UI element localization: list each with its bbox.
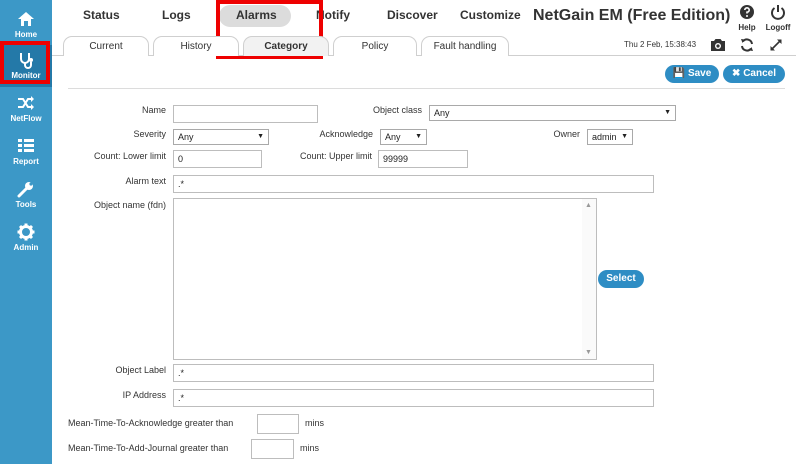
tab-category[interactable]: Category: [243, 36, 329, 56]
owner-label: Owner: [553, 129, 580, 139]
sidebar-item-tools[interactable]: Tools: [0, 174, 52, 216]
sidebar-item-monitor[interactable]: Monitor: [0, 45, 52, 87]
chevron-down-icon: ▼: [664, 109, 671, 116]
sidebar-item-report[interactable]: Report: [0, 131, 52, 173]
logoff-label: Logoff: [765, 23, 791, 32]
sidebar-item-label: Monitor: [11, 71, 41, 80]
shuffle-icon: [0, 92, 52, 114]
list-icon: [0, 135, 52, 157]
cancel-button[interactable]: ✖ Cancel: [723, 65, 785, 83]
sidebar-item-label: NetFlow: [10, 114, 42, 123]
severity-label: Severity: [133, 129, 166, 139]
tab-policy[interactable]: Policy: [333, 36, 417, 56]
name-input[interactable]: [173, 105, 318, 123]
object-label-label: Object Label: [115, 365, 166, 375]
select-button[interactable]: Select: [598, 270, 644, 288]
refresh-button[interactable]: [738, 37, 756, 53]
expand-button[interactable]: [767, 37, 785, 53]
sidebar-item-label: Report: [13, 157, 39, 166]
acknowledge-label: Acknowledge: [319, 129, 373, 139]
object-name-textarea[interactable]: ▲ ▼: [173, 198, 597, 360]
count-lower-input[interactable]: 0: [173, 150, 262, 168]
nav-customize[interactable]: Customize: [460, 8, 521, 22]
object-class-select[interactable]: Any ▼: [429, 105, 676, 121]
nav-discover[interactable]: Discover: [387, 8, 438, 22]
home-icon: [0, 8, 52, 30]
logoff-button[interactable]: Logoff: [763, 4, 793, 34]
save-icon: 💾: [672, 68, 686, 79]
owner-value: admin: [592, 132, 617, 142]
sidebar: Home Monitor NetFlow Report Tools Admin: [0, 0, 52, 464]
sidebar-item-label: Admin: [13, 243, 39, 252]
save-button[interactable]: 💾 Save: [665, 65, 719, 83]
nav-notify[interactable]: Notify: [316, 8, 350, 22]
mtta-input[interactable]: [257, 414, 299, 434]
sidebar-item-label: Home: [14, 30, 38, 39]
alarm-text-input[interactable]: .*: [173, 175, 654, 193]
acknowledge-value: Any: [385, 132, 401, 142]
name-label: Name: [141, 105, 166, 115]
sidebar-item-home[interactable]: Home: [0, 4, 52, 46]
object-class-value: Any: [434, 108, 450, 118]
mttaj-unit: mins: [300, 443, 320, 453]
tab-fault-handling[interactable]: Fault handling: [421, 36, 509, 56]
severity-value: Any: [178, 132, 194, 142]
timestamp: Thu 2 Feb, 15:38:43: [624, 40, 697, 49]
ip-address-input[interactable]: .*: [173, 389, 654, 407]
expand-icon: [770, 39, 782, 51]
alarm-text-label: Alarm text: [125, 176, 166, 186]
help-icon: [740, 5, 754, 19]
chevron-down-icon: ▼: [257, 133, 264, 140]
chevron-down-icon: ▼: [621, 133, 628, 140]
sidebar-item-label: Tools: [15, 200, 37, 209]
tab-history[interactable]: History: [153, 36, 239, 56]
count-upper-label: Count: Upper limit: [299, 151, 372, 161]
close-icon: ✖: [732, 68, 741, 79]
sidebar-item-admin[interactable]: Admin: [0, 217, 52, 259]
cancel-label: Cancel: [743, 68, 776, 79]
save-label: Save: [687, 68, 712, 79]
ip-address-label: IP Address: [122, 390, 166, 400]
scroll-down-icon[interactable]: ▼: [585, 349, 592, 356]
refresh-icon: [741, 38, 753, 52]
chevron-down-icon: ▼: [415, 133, 422, 140]
mttaj-label: Mean-Time-To-Add-Journal greater than: [68, 443, 229, 453]
object-name-label: Object name (fdn): [93, 200, 166, 210]
count-lower-label: Count: Lower limit: [93, 151, 166, 161]
app-title: NetGain EM (Free Edition): [533, 7, 731, 24]
count-upper-input[interactable]: 99999: [378, 150, 468, 168]
help-button[interactable]: Help: [732, 4, 762, 34]
owner-select[interactable]: admin ▼: [587, 129, 633, 145]
sidebar-item-netflow[interactable]: NetFlow: [0, 88, 52, 130]
mtta-label: Mean-Time-To-Acknowledge greater than: [68, 418, 234, 428]
help-label: Help: [738, 23, 756, 32]
screenshot-button[interactable]: [709, 37, 727, 53]
object-class-label: Object class: [372, 105, 422, 115]
wrench-icon: [0, 178, 52, 200]
mtta-unit: mins: [305, 418, 325, 428]
object-label-input[interactable]: .*: [173, 364, 654, 382]
camera-icon: [711, 39, 725, 51]
tab-current[interactable]: Current: [63, 36, 149, 56]
header-separator: [68, 88, 785, 89]
nav-alarms[interactable]: Alarms: [236, 8, 277, 22]
scrollbar[interactable]: ▲ ▼: [582, 199, 596, 359]
stethoscope-icon: [0, 49, 52, 71]
severity-select[interactable]: Any ▼: [173, 129, 269, 145]
mttaj-input[interactable]: [251, 439, 294, 459]
nav-logs[interactable]: Logs: [162, 8, 191, 22]
scroll-up-icon[interactable]: ▲: [585, 202, 592, 209]
nav-status[interactable]: Status: [83, 8, 120, 22]
gear-icon: [0, 221, 52, 243]
power-icon: [771, 5, 785, 20]
acknowledge-select[interactable]: Any ▼: [380, 129, 427, 145]
